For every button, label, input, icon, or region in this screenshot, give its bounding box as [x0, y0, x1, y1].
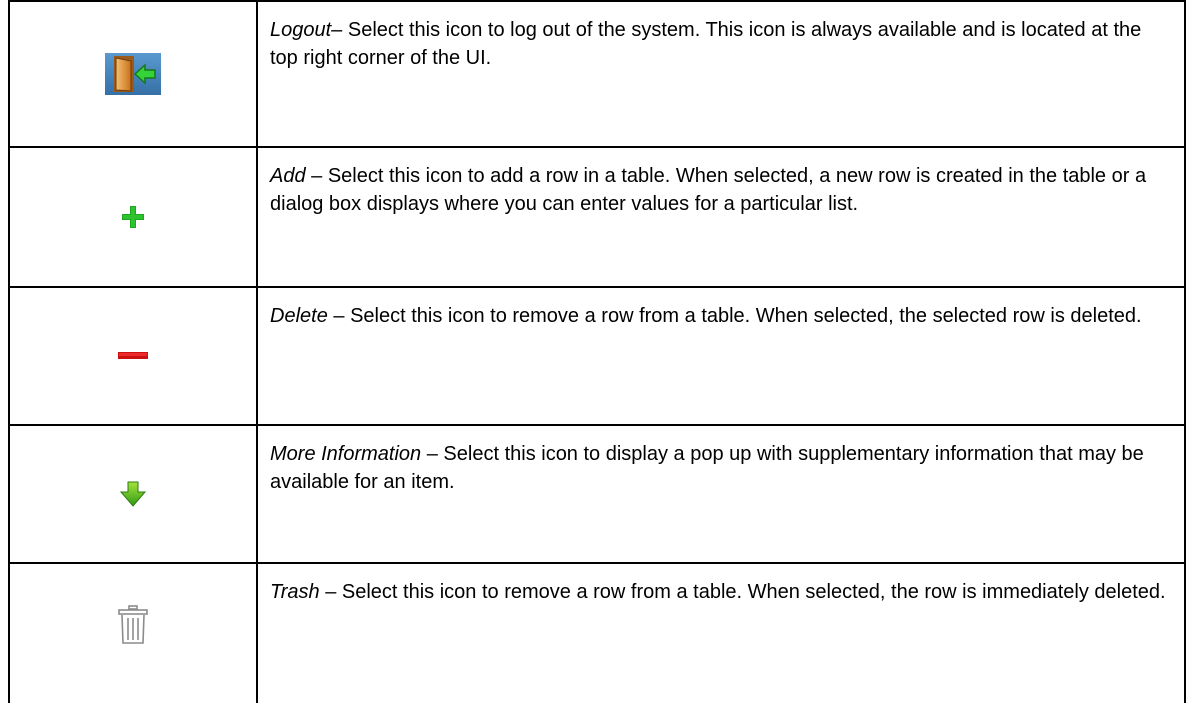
description-cell-more-information: More Information – Select this icon to d…: [256, 424, 1186, 564]
icon-cell-more-information: [8, 424, 258, 564]
icon-reference-table: Logout– Select this icon to log out of t…: [8, 0, 1186, 703]
icon-name-add: Add: [270, 165, 306, 187]
table-row-delete: Delete – Select this icon to remove a ro…: [8, 286, 1186, 426]
more-information-icon: [120, 481, 146, 507]
icon-cell-logout: [8, 0, 258, 148]
separator: –: [327, 305, 351, 327]
trash-icon: [118, 605, 148, 645]
table-row-logout: Logout– Select this icon to log out of t…: [8, 0, 1186, 148]
separator: –: [319, 581, 342, 603]
icon-cell-add: [8, 146, 258, 288]
table-row-add: Add – Select this icon to add a row in a…: [8, 146, 1186, 288]
description-cell-logout: Logout– Select this icon to log out of t…: [256, 0, 1186, 148]
description-text-delete: Select this icon to remove a row from a …: [350, 305, 1142, 327]
description-text-trash: Select this icon to remove a row from a …: [341, 581, 1166, 603]
separator: –: [305, 165, 328, 187]
add-icon: [121, 205, 145, 229]
table-row-more-information: More Information – Select this icon to d…: [8, 424, 1186, 564]
icon-name-more-information: More Information: [270, 443, 422, 465]
description-cell-delete: Delete – Select this icon to remove a ro…: [256, 286, 1186, 426]
icon-name-trash: Trash: [270, 581, 320, 603]
description-cell-trash: Trash – Select this icon to remove a row…: [256, 562, 1186, 703]
description-cell-add: Add – Select this icon to add a row in a…: [256, 146, 1186, 288]
description-text-logout: Select this icon to log out of the syste…: [270, 19, 1142, 69]
table-row-trash: Trash – Select this icon to remove a row…: [8, 562, 1186, 703]
separator: –: [421, 443, 444, 465]
icon-name-logout: Logout: [270, 19, 332, 41]
description-text-add: Select this icon to add a row in a table…: [270, 165, 1147, 215]
icon-cell-trash: [8, 562, 258, 703]
separator: –: [331, 19, 348, 41]
delete-icon: [118, 351, 148, 361]
icon-name-delete: Delete: [270, 305, 328, 327]
logout-icon: [105, 53, 161, 95]
icon-cell-delete: [8, 286, 258, 426]
